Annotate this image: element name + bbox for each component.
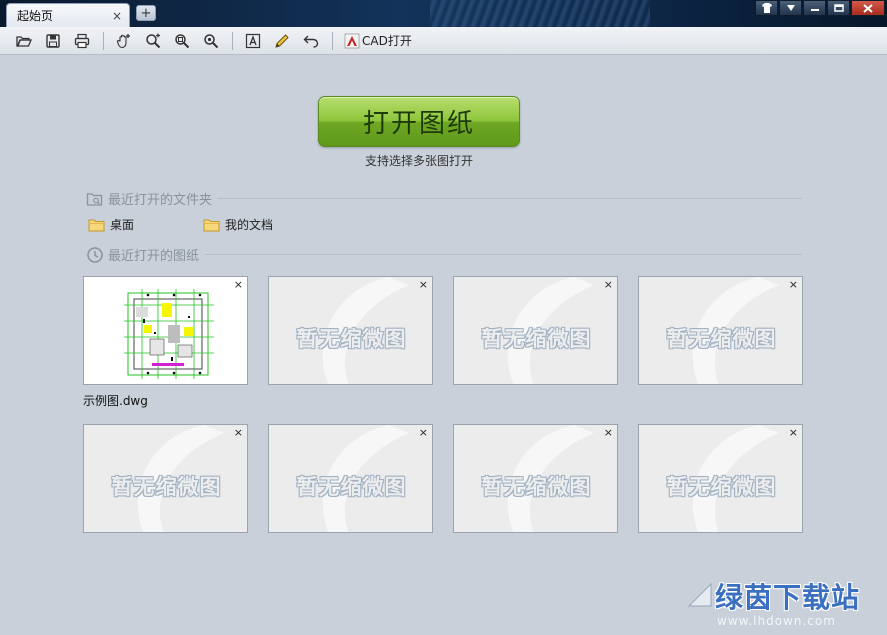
zoom-in-button[interactable] <box>141 30 165 52</box>
open-file-button[interactable] <box>12 30 36 52</box>
site-watermark: 绿茵下载站 www.lhdown.com <box>683 570 883 630</box>
print-button[interactable] <box>70 30 94 52</box>
tab-start-page[interactable]: 起始页 × <box>6 3 130 27</box>
no-thumbnail-text: 暂无缩微图 <box>296 327 407 351</box>
new-tab-button[interactable]: + <box>136 5 156 21</box>
maximize-button[interactable] <box>827 0 850 16</box>
triangle-down-icon <box>786 5 795 11</box>
cad-open-label: CAD打开 <box>362 34 412 48</box>
thumbnail-close-icon[interactable]: × <box>419 278 428 291</box>
toolbar-separator <box>332 31 333 50</box>
save-icon <box>46 33 60 48</box>
save-button[interactable] <box>41 30 65 52</box>
toolbar-separator <box>232 31 233 50</box>
recent-folders-title: 最近打开的文件夹 <box>108 193 213 208</box>
drawing-preview <box>124 289 214 379</box>
section-divider <box>205 254 802 255</box>
printer-icon <box>74 33 90 48</box>
title-bar: 起始页 × + <box>0 0 887 27</box>
no-thumbnail-text: 暂无缩微图 <box>481 327 592 351</box>
no-thumbnail-text: 暂无缩微图 <box>481 475 592 499</box>
thumbnail-close-icon[interactable]: × <box>234 278 243 291</box>
cad-open-button[interactable]: CAD打开 <box>341 30 415 52</box>
no-thumbnail-text: 暂无缩微图 <box>666 327 777 351</box>
toolbar-separator <box>103 31 104 50</box>
no-thumbnail-text: 暂无缩微图 <box>111 475 222 499</box>
pan-hand-icon <box>116 33 130 48</box>
text-box-icon <box>245 33 261 48</box>
folder-label: 桌面 <box>110 218 135 232</box>
titlebar-decoration <box>430 0 650 27</box>
plus-icon: + <box>140 5 152 21</box>
watermark-title: 绿茵下载站 <box>715 581 861 614</box>
pan-button[interactable] <box>112 30 136 52</box>
drawing-thumbnail[interactable]: 暂无缩微图 × <box>453 424 618 533</box>
skin-button[interactable] <box>755 0 778 16</box>
drawing-thumbnail[interactable]: 暂无缩微图 × <box>638 276 803 385</box>
folder-label: 我的文档 <box>225 218 274 232</box>
thumbnail-close-icon[interactable]: × <box>604 426 613 439</box>
drawing-thumbnail[interactable]: 暂无缩微图 × <box>268 276 433 385</box>
folder-desktop[interactable]: 桌面 <box>88 216 134 233</box>
pencil-icon <box>275 33 289 48</box>
thumbnail-caption[interactable]: 示例图.dwg <box>83 392 148 409</box>
drawing-thumbnail[interactable]: 暂无缩微图 × <box>83 424 248 533</box>
folder-search-icon <box>86 192 103 206</box>
close-button[interactable] <box>851 0 885 16</box>
start-page: 打开图纸 支持选择多张图打开 最近打开的文件夹 桌面 我的文档 最近打开的图纸 <box>0 56 887 635</box>
minimize-button[interactable] <box>803 0 826 16</box>
cad-logo-icon <box>344 33 360 48</box>
zoom-window-button[interactable] <box>170 30 194 52</box>
thumbnail-close-icon[interactable]: × <box>234 426 243 439</box>
folder-icon <box>203 219 220 231</box>
watermark-logo-icon <box>687 582 712 607</box>
undo-button[interactable] <box>299 30 323 52</box>
zoom-in-icon <box>146 33 161 48</box>
drawing-thumbnail[interactable]: 暂无缩微图 × <box>453 276 618 385</box>
recent-drawings-header: 最近打开的图纸 <box>86 245 802 264</box>
thumbnail-close-icon[interactable]: × <box>419 426 428 439</box>
shirt-icon <box>761 3 772 13</box>
window-controls <box>755 0 885 16</box>
menu-dropdown-button[interactable] <box>779 0 802 16</box>
undo-arrow-icon <box>303 35 319 48</box>
drawing-thumbnail[interactable]: × <box>83 276 248 385</box>
maximize-icon <box>833 4 844 12</box>
zoom-window-icon <box>175 33 190 48</box>
no-thumbnail-text: 暂无缩微图 <box>666 475 777 499</box>
zoom-extents-icon <box>204 33 219 48</box>
open-drawing-button[interactable]: 打开图纸 <box>318 96 520 147</box>
tab-label: 起始页 <box>17 9 54 23</box>
section-divider <box>218 198 802 199</box>
pencil-tool-button[interactable] <box>270 30 294 52</box>
drawing-thumbnail[interactable]: 暂无缩微图 × <box>638 424 803 533</box>
no-thumbnail-text: 暂无缩微图 <box>296 475 407 499</box>
recent-drawings-title: 最近打开的图纸 <box>108 249 200 264</box>
thumbnail-close-icon[interactable]: × <box>789 278 798 291</box>
text-tool-button[interactable] <box>241 30 265 52</box>
drawing-thumbnail[interactable]: 暂无缩微图 × <box>268 424 433 533</box>
clock-icon <box>87 246 103 263</box>
folder-icon <box>88 219 105 231</box>
thumbnail-close-icon[interactable]: × <box>789 426 798 439</box>
tab-close-icon[interactable]: × <box>109 9 125 23</box>
watermark-url: www.lhdown.com <box>717 614 836 628</box>
recent-folders-header: 最近打开的文件夹 <box>86 189 802 208</box>
close-icon <box>863 3 873 13</box>
open-hint-text: 支持选择多张图打开 <box>364 154 473 168</box>
toolbar: CAD打开 <box>0 27 887 55</box>
thumbnail-close-icon[interactable]: × <box>604 278 613 291</box>
zoom-extents-button[interactable] <box>199 30 223 52</box>
folder-my-documents[interactable]: 我的文档 <box>203 216 273 233</box>
minimize-icon <box>810 9 819 11</box>
folder-open-icon <box>16 35 32 47</box>
